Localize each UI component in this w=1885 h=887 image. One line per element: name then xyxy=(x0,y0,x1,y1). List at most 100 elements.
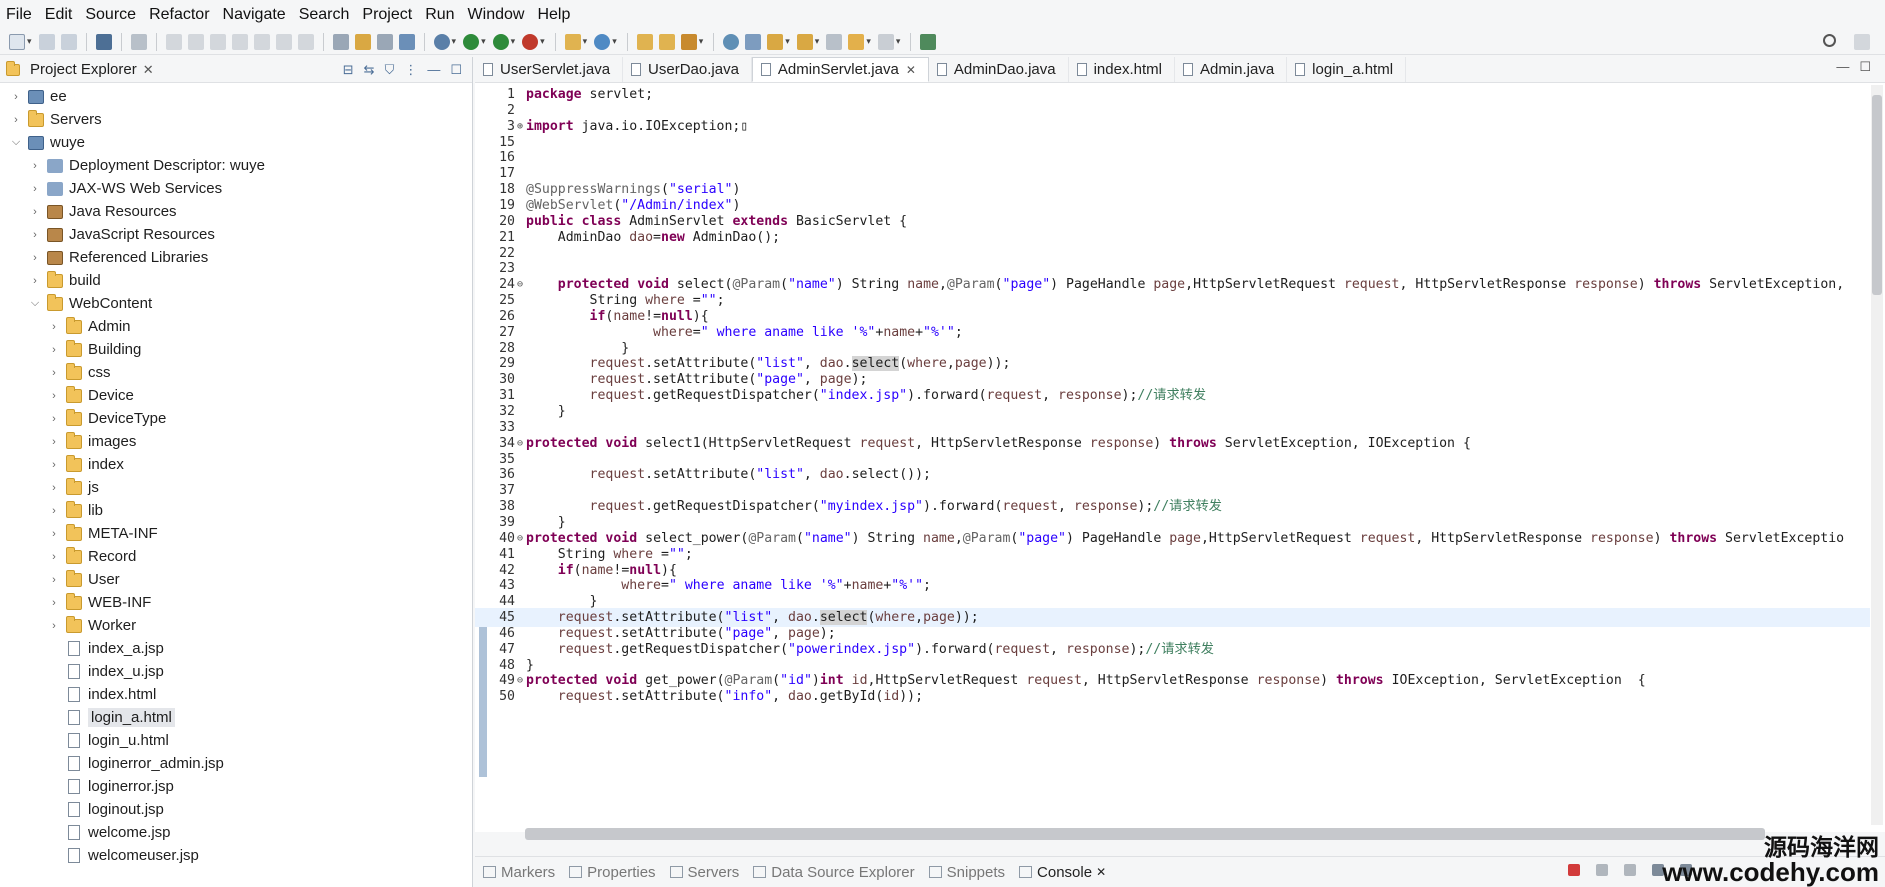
chevron-right-icon[interactable]: › xyxy=(29,183,41,195)
tree-item[interactable]: › META-INF xyxy=(0,522,472,545)
link-editor-icon[interactable]: ⇆ xyxy=(364,62,375,78)
tree-item[interactable]: welcome.jsp xyxy=(0,821,472,844)
maximize-icon[interactable]: ☐ xyxy=(1859,59,1871,75)
toggle-highlight-icon[interactable] xyxy=(354,33,371,50)
minimize-icon[interactable]: — xyxy=(1836,59,1849,75)
block-selection-icon[interactable] xyxy=(376,33,393,50)
tree-item[interactable]: ⌵ WebContent xyxy=(0,292,472,315)
step-return-icon[interactable] xyxy=(297,33,314,50)
new-class-icon[interactable] xyxy=(594,33,611,50)
chevron-right-icon[interactable]: › xyxy=(29,252,41,264)
menu-search[interactable]: Search xyxy=(299,6,359,24)
filter-icon[interactable]: ⛉ xyxy=(385,62,395,78)
chevron-right-icon[interactable]: › xyxy=(48,321,60,333)
step-into-icon[interactable] xyxy=(253,33,270,50)
chevron-right-icon[interactable]: › xyxy=(10,91,22,103)
tree-item[interactable]: ⌵ wuye xyxy=(0,131,472,154)
forward-icon[interactable] xyxy=(877,33,894,50)
tree-item[interactable]: › Building xyxy=(0,338,472,361)
perspective-icon[interactable] xyxy=(1854,34,1870,50)
chevron-right-icon[interactable]: › xyxy=(29,275,41,287)
tree-item[interactable]: index_a.jsp xyxy=(0,637,472,660)
chevron-right-icon[interactable]: › xyxy=(48,551,60,563)
chevron-down-icon[interactable]: ⌵ xyxy=(10,136,22,149)
terminate-icon[interactable] xyxy=(1568,864,1580,876)
tree-item[interactable]: loginout.jsp xyxy=(0,798,472,821)
toggle-mark-icon[interactable] xyxy=(332,33,349,50)
prev-annotation-icon[interactable] xyxy=(796,33,813,50)
tree-item[interactable]: › Worker xyxy=(0,614,472,637)
chevron-right-icon[interactable]: › xyxy=(29,229,41,241)
open-folder-icon[interactable] xyxy=(658,33,675,50)
server-icon[interactable] xyxy=(745,33,762,50)
tree-item[interactable]: › User xyxy=(0,568,472,591)
chevron-right-icon[interactable]: › xyxy=(10,114,22,126)
tree-item[interactable]: loginerror_admin.jsp xyxy=(0,752,472,775)
coverage-icon[interactable] xyxy=(492,33,509,50)
bottom-tab-console[interactable]: Console ✕ xyxy=(1019,864,1106,881)
menu-edit[interactable]: Edit xyxy=(45,6,82,24)
chevron-right-icon[interactable]: › xyxy=(48,528,60,540)
tree-item[interactable]: › images xyxy=(0,430,472,453)
menu-help[interactable]: Help xyxy=(537,6,579,24)
tree-item[interactable]: › Admin xyxy=(0,315,472,338)
maximize-icon[interactable]: ☐ xyxy=(450,62,462,78)
menu-project[interactable]: Project xyxy=(362,6,421,24)
skip-breakpoints-icon[interactable] xyxy=(130,33,147,50)
view-menu-icon[interactable]: ⋮ xyxy=(404,62,417,78)
chevron-right-icon[interactable]: › xyxy=(48,390,60,402)
tree-item[interactable]: › index xyxy=(0,453,472,476)
close-icon[interactable]: ✕ xyxy=(906,63,916,77)
new-java-project-icon[interactable] xyxy=(564,33,581,50)
menu-navigate[interactable]: Navigate xyxy=(223,6,295,24)
tree-item[interactable]: › lib xyxy=(0,499,472,522)
save-icon[interactable] xyxy=(38,33,55,50)
external-tools-icon[interactable] xyxy=(522,33,539,50)
horizontal-scrollbar[interactable] xyxy=(525,828,1870,840)
tree-item[interactable]: › Servers xyxy=(0,108,472,131)
chevron-right-icon[interactable]: › xyxy=(48,620,60,632)
chevron-right-icon[interactable]: › xyxy=(48,344,60,356)
tree-item[interactable]: welcomeuser.jsp xyxy=(0,844,472,867)
bottom-tab-snippets[interactable]: Snippets xyxy=(928,864,1005,881)
search-tool-icon[interactable] xyxy=(680,33,697,50)
close-icon[interactable]: ✕ xyxy=(143,62,154,78)
chevron-down-icon[interactable]: ⌵ xyxy=(29,297,41,310)
tree-item[interactable]: › JAX-WS Web Services xyxy=(0,177,472,200)
editor-tab[interactable]: index.html xyxy=(1069,57,1175,82)
chevron-right-icon[interactable]: › xyxy=(48,436,60,448)
chevron-right-icon[interactable]: › xyxy=(29,160,41,172)
chevron-right-icon[interactable]: › xyxy=(48,597,60,609)
run-icon[interactable] xyxy=(463,33,480,50)
editor-tab[interactable]: Admin.java xyxy=(1175,57,1288,82)
code-area[interactable]: 1 package servlet; 2 3 ⊕ import java.io.IOExc… xyxy=(475,84,1870,824)
last-edit-icon[interactable] xyxy=(826,33,843,50)
code-line[interactable]: 50 request.setAttribute("info", dao.getB… xyxy=(475,687,1870,706)
chevron-right-icon[interactable]: › xyxy=(48,459,60,471)
tree-item[interactable]: login_a.html xyxy=(0,706,472,729)
pin-editor-icon[interactable] xyxy=(920,33,937,50)
chevron-right-icon[interactable]: › xyxy=(48,413,60,425)
menu-refactor[interactable]: Refactor xyxy=(149,6,218,24)
tree-item[interactable]: › css xyxy=(0,361,472,384)
menu-window[interactable]: Window xyxy=(468,6,534,24)
chevron-right-icon[interactable]: › xyxy=(48,482,60,494)
bottom-tab-markers[interactable]: Markers xyxy=(483,864,555,881)
search-icon[interactable] xyxy=(1823,34,1836,47)
menu-source[interactable]: Source xyxy=(85,6,145,24)
terminate-icon[interactable] xyxy=(209,33,226,50)
tree-item[interactable]: › Referenced Libraries xyxy=(0,246,472,269)
chevron-right-icon[interactable]: › xyxy=(29,206,41,218)
step-over-icon[interactable] xyxy=(275,33,292,50)
bottom-tab-data-source-explorer[interactable]: Data Source Explorer xyxy=(753,864,915,881)
tree-item[interactable]: › JavaScript Resources xyxy=(0,223,472,246)
chevron-right-icon[interactable]: › xyxy=(48,505,60,517)
menu-file[interactable]: File xyxy=(6,6,41,24)
editor-tab[interactable]: UserDao.java xyxy=(623,57,752,82)
show-whitespace-icon[interactable] xyxy=(398,33,415,50)
tree-item[interactable]: › Record xyxy=(0,545,472,568)
tree-item[interactable]: login_u.html xyxy=(0,729,472,752)
tree-item[interactable]: › build xyxy=(0,269,472,292)
tree-item[interactable]: › Device xyxy=(0,384,472,407)
tree-item[interactable]: loginerror.jsp xyxy=(0,775,472,798)
